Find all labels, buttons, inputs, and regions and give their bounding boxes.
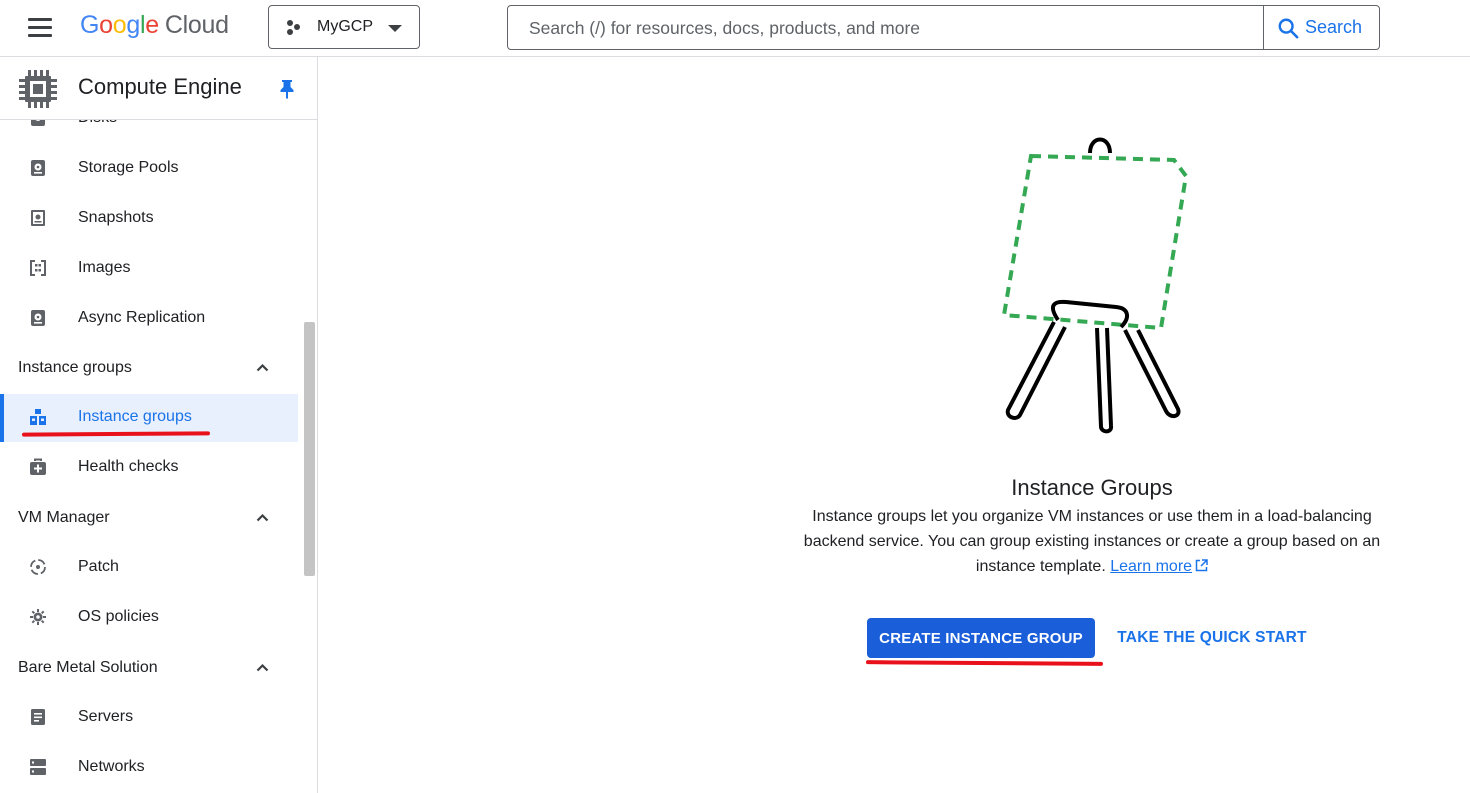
sidebar-item-label: Storage Pools xyxy=(78,159,179,176)
project-picker[interactable]: MyGCP xyxy=(268,5,420,49)
section-label: VM Manager xyxy=(18,509,110,526)
project-icon xyxy=(287,20,303,36)
async-replication-icon xyxy=(31,310,45,326)
sidebar-item-label: Health checks xyxy=(78,458,179,475)
project-name: MyGCP xyxy=(317,18,373,35)
chevron-up-icon xyxy=(256,363,269,372)
search-bar: Search xyxy=(507,5,1380,50)
empty-state-description: Instance groups let you organize VM inst… xyxy=(802,504,1382,579)
patch-icon xyxy=(30,559,46,575)
image-icon xyxy=(30,260,46,276)
snapshot-icon xyxy=(31,210,45,226)
sidebar-item-os-policies[interactable]: OS policies xyxy=(0,594,298,642)
sidebar-scrollbar[interactable] xyxy=(304,322,315,576)
sidebar-header: Compute Engine xyxy=(0,57,317,120)
empty-state-heading: Instance Groups xyxy=(1011,475,1173,500)
section-instance-groups[interactable]: Instance groups xyxy=(0,345,298,393)
sidebar-item-label: Patch xyxy=(78,558,119,575)
servers-icon xyxy=(31,709,45,725)
sidebar-item-label: OS policies xyxy=(78,608,159,625)
sidebar: Compute Engine Disks Storage Pools Snaps… xyxy=(0,57,318,793)
instance-groups-icon xyxy=(30,409,46,425)
sidebar-item-label: Images xyxy=(78,259,131,276)
chevron-up-icon xyxy=(256,513,269,522)
sidebar-item-label: Networks xyxy=(78,758,145,775)
external-link-icon[interactable] xyxy=(1195,559,1208,572)
sidebar-item-servers[interactable]: Servers xyxy=(0,694,298,742)
sidebar-item-images[interactable]: Images xyxy=(0,245,298,293)
section-label: Instance groups xyxy=(18,359,132,376)
sidebar-item-networks[interactable]: Networks xyxy=(0,744,298,792)
networks-icon xyxy=(30,759,46,775)
pin-icon[interactable] xyxy=(279,79,295,99)
take-quick-start-button[interactable]: TAKE THE QUICK START xyxy=(1114,618,1310,658)
sidebar-item-patch[interactable]: Patch xyxy=(0,544,298,592)
dropdown-caret-icon xyxy=(388,25,402,32)
sidebar-title: Compute Engine xyxy=(78,74,242,99)
sidebar-item-label: Async Replication xyxy=(78,309,206,326)
os-policies-icon xyxy=(30,609,46,625)
chevron-up-icon xyxy=(256,663,269,672)
top-bar: Google Cloud MyGCP Search xyxy=(0,0,1470,57)
storage-pool-icon xyxy=(31,160,45,176)
compute-engine-icon xyxy=(19,70,57,108)
main-menu-icon[interactable] xyxy=(28,18,52,38)
section-label: Bare Metal Solution xyxy=(18,659,158,676)
sidebar-item-snapshots[interactable]: Snapshots xyxy=(0,195,298,243)
google-cloud-logo[interactable]: Google Cloud xyxy=(80,11,229,40)
sidebar-item-label: Instance groups xyxy=(78,408,192,425)
search-icon xyxy=(1278,18,1299,39)
search-button[interactable]: Search xyxy=(1263,6,1379,49)
health-checks-icon xyxy=(30,458,46,475)
sidebar-item-label: Servers xyxy=(78,708,134,725)
annotation-underline xyxy=(865,660,1104,666)
description-text: Instance groups let you organize VM inst… xyxy=(803,508,1381,575)
search-button-label: Search xyxy=(1305,17,1363,37)
search-input[interactable] xyxy=(509,7,1281,50)
section-vm-manager[interactable]: VM Manager xyxy=(0,495,298,543)
sidebar-item-health-checks[interactable]: Health checks xyxy=(0,444,298,492)
main-content: Instance Groups Instance groups let you … xyxy=(318,57,1470,793)
easel-illustration xyxy=(1001,137,1188,434)
sidebar-item-async-replication[interactable]: Async Replication xyxy=(0,295,298,343)
learn-more-link[interactable]: Learn more xyxy=(1110,558,1192,575)
section-bare-metal-solution[interactable]: Bare Metal Solution xyxy=(0,645,298,693)
sidebar-item-label: Snapshots xyxy=(78,209,154,226)
sidebar-item-storage-pools[interactable]: Storage Pools xyxy=(0,145,298,193)
create-instance-group-button[interactable]: CREATE INSTANCE GROUP xyxy=(867,618,1095,658)
